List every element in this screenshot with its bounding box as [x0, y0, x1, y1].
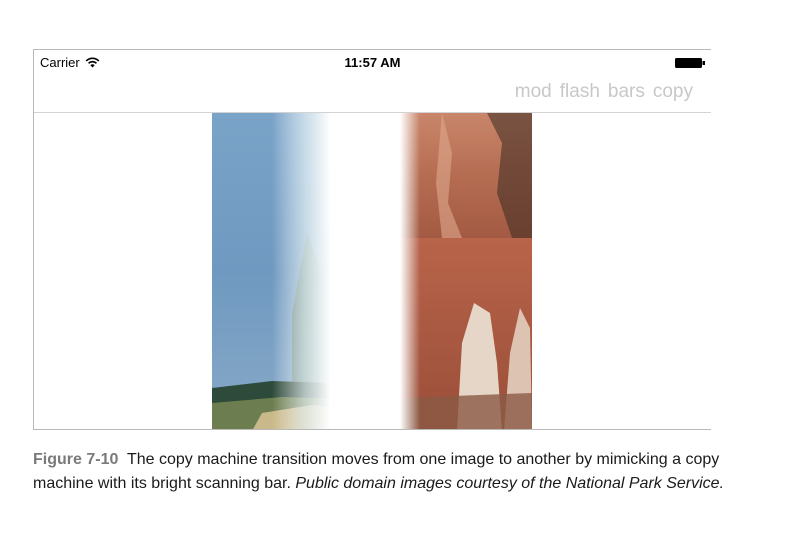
status-time: 11:57 AM [344, 55, 401, 70]
copy-button[interactable]: copy [653, 81, 693, 103]
transition-image-svg [212, 113, 532, 429]
figure-label: Figure 7-10 [33, 451, 119, 468]
transition-buttons: mod flash bars copy [515, 81, 693, 103]
bars-button[interactable]: bars [608, 81, 645, 103]
flash-button[interactable]: flash [560, 81, 600, 103]
navigation-bar: mod flash bars copy [34, 72, 711, 113]
content-view [34, 113, 711, 429]
caption-credit: Public domain images courtesy of the Nat… [295, 475, 725, 492]
device-screen: Carrier 11:57 AM mod flash bars copy [33, 49, 711, 430]
mod-button[interactable]: mod [515, 81, 552, 103]
status-bar: Carrier 11:57 AM [34, 50, 711, 72]
figure-caption: Figure 7-10 The copy machine transition … [33, 448, 733, 496]
battery-icon [675, 58, 705, 68]
transition-image [212, 113, 532, 429]
